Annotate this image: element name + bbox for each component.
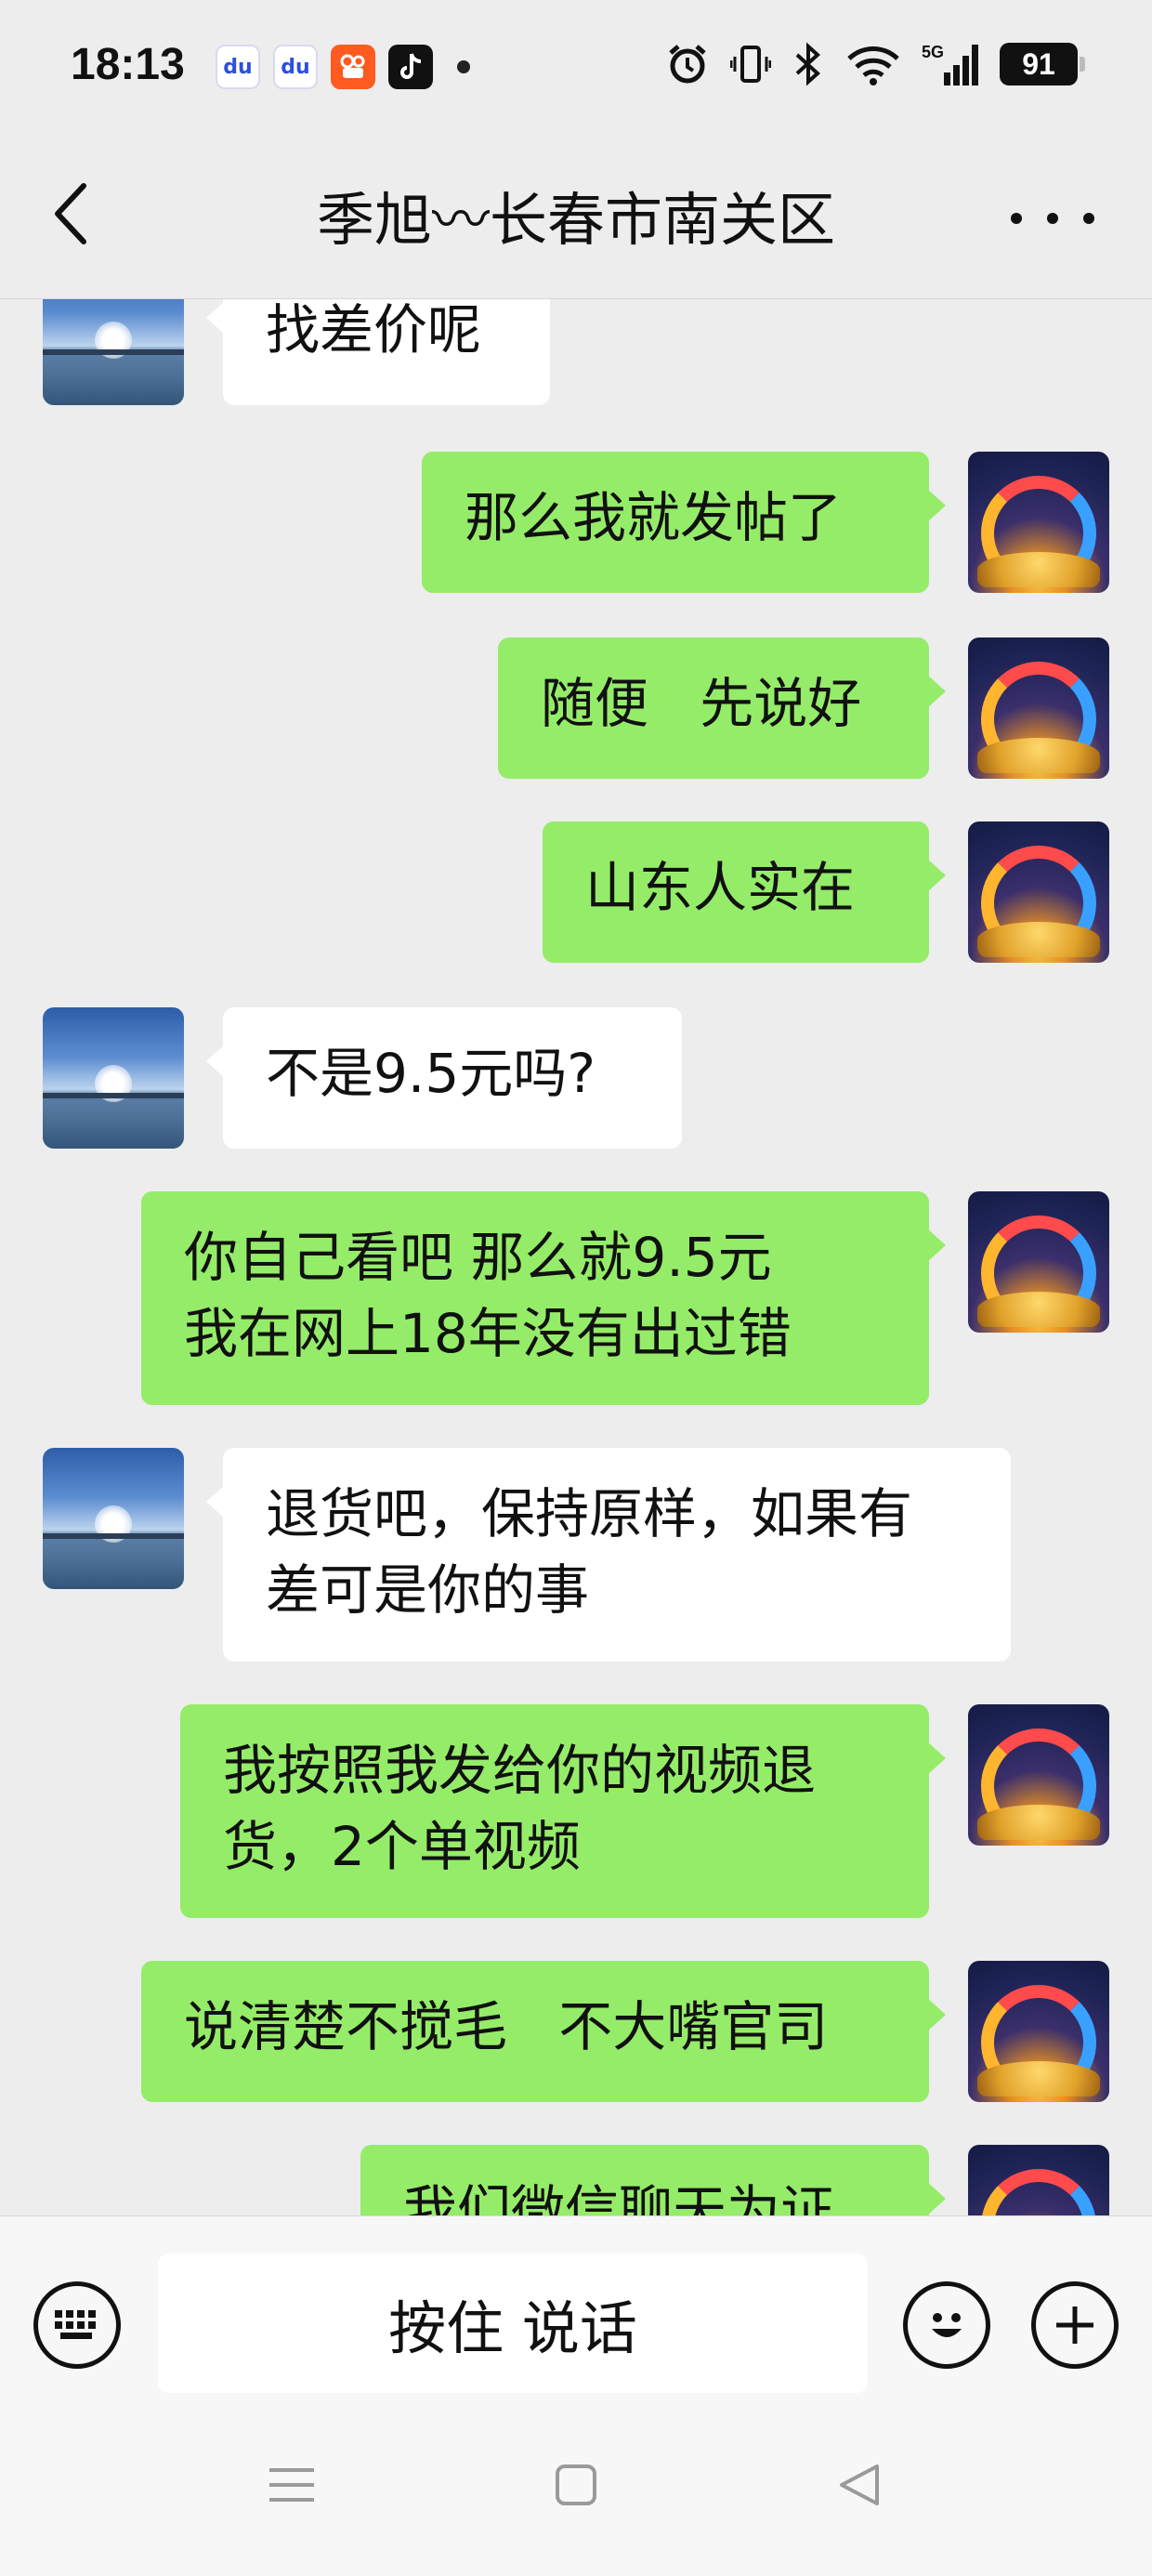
message-bubble[interactable]: 退货吧，保持原样，如果有 差可是你的事: [206, 1448, 1011, 1662]
signal-5g-icon: 5G: [922, 43, 978, 85]
baidu-lite-icon: du: [216, 45, 260, 89]
my-avatar[interactable]: [968, 637, 1109, 779]
vibrate-icon: [730, 46, 771, 83]
my-avatar[interactable]: [968, 452, 1109, 593]
chat-messages[interactable]: 找差价呢 那么我就发帖了 随便 先说好 山东人实在 不是9.5元吗? 你自己看吧…: [0, 299, 1152, 2215]
chat-title: 季旭〰长春市南关区: [316, 186, 835, 254]
my-avatar[interactable]: [968, 1191, 1109, 1333]
menu-lines-icon: [269, 2468, 314, 2502]
my-avatar[interactable]: [968, 2145, 1109, 2215]
keyboard-toggle-button[interactable]: [33, 2281, 121, 2369]
status-time: 18:13: [71, 40, 185, 89]
plus-icon: [1056, 2307, 1093, 2344]
more-button[interactable]: [1011, 195, 1094, 242]
message-bubble[interactable]: 你自己看吧 那么就9.5元 我在网上18年没有出过错: [141, 1191, 946, 1405]
nav-back-button[interactable]: [832, 2457, 888, 2513]
message-bubble[interactable]: 随便 先说好: [498, 637, 946, 779]
keyboard-icon: [55, 2310, 96, 2339]
emoji-button[interactable]: [903, 2281, 990, 2369]
message-bubble[interactable]: 那么我就发帖了: [422, 452, 946, 593]
status-indicators: 5G 91: [665, 41, 1085, 87]
emoji-icon: [932, 2313, 962, 2337]
message-bubble[interactable]: 不是9.5元吗?: [206, 1007, 682, 1149]
my-avatar[interactable]: [968, 821, 1109, 963]
wifi-icon: [847, 46, 899, 85]
alarm-icon: [669, 45, 706, 84]
message-bubble[interactable]: 我们微信聊天为证: [360, 2145, 946, 2215]
chat-header: 季旭〰长春市南关区: [0, 139, 1152, 299]
chat-input-bar: 按住 说话: [0, 2215, 1152, 2401]
contact-avatar[interactable]: [43, 1007, 184, 1149]
square-icon: [556, 2464, 596, 2505]
notification-dot-icon: [457, 60, 470, 73]
tiktok-icon: [388, 45, 433, 89]
status-app-icons: du du: [216, 45, 470, 89]
kuaishou-icon: [331, 45, 375, 89]
more-dots-icon: [1011, 213, 1022, 224]
contact-avatar[interactable]: [43, 299, 184, 405]
triangle-back-icon: [840, 2464, 879, 2505]
more-dot: [1047, 213, 1058, 224]
system-nav-bar: [0, 2401, 1152, 2576]
my-avatar[interactable]: [968, 1961, 1109, 2102]
nav-home-button[interactable]: [548, 2457, 604, 2513]
contact-avatar[interactable]: [43, 1448, 184, 1589]
bluetooth-icon: [795, 42, 820, 86]
message-bubble[interactable]: 找差价呢: [206, 299, 550, 405]
svg-text:5G: 5G: [922, 43, 944, 61]
nav-recents-button[interactable]: [264, 2457, 320, 2513]
more-functions-button[interactable]: [1031, 2281, 1119, 2369]
baidu-icon: du: [273, 45, 318, 89]
message-bubble[interactable]: 说清楚不搅毛 不大嘴官司: [141, 1961, 946, 2102]
message-bubble[interactable]: 山东人实在: [543, 821, 946, 963]
message-bubble[interactable]: 我按照我发给你的视频退 货，2个单视频: [180, 1704, 946, 1918]
status-bar: 18:13 du du 5G 91: [0, 0, 1152, 139]
more-dot: [1083, 213, 1094, 224]
battery-indicator: 91: [1000, 43, 1085, 85]
my-avatar[interactable]: [968, 1704, 1109, 1846]
hold-to-talk-button[interactable]: 按住 说话: [158, 2254, 868, 2393]
